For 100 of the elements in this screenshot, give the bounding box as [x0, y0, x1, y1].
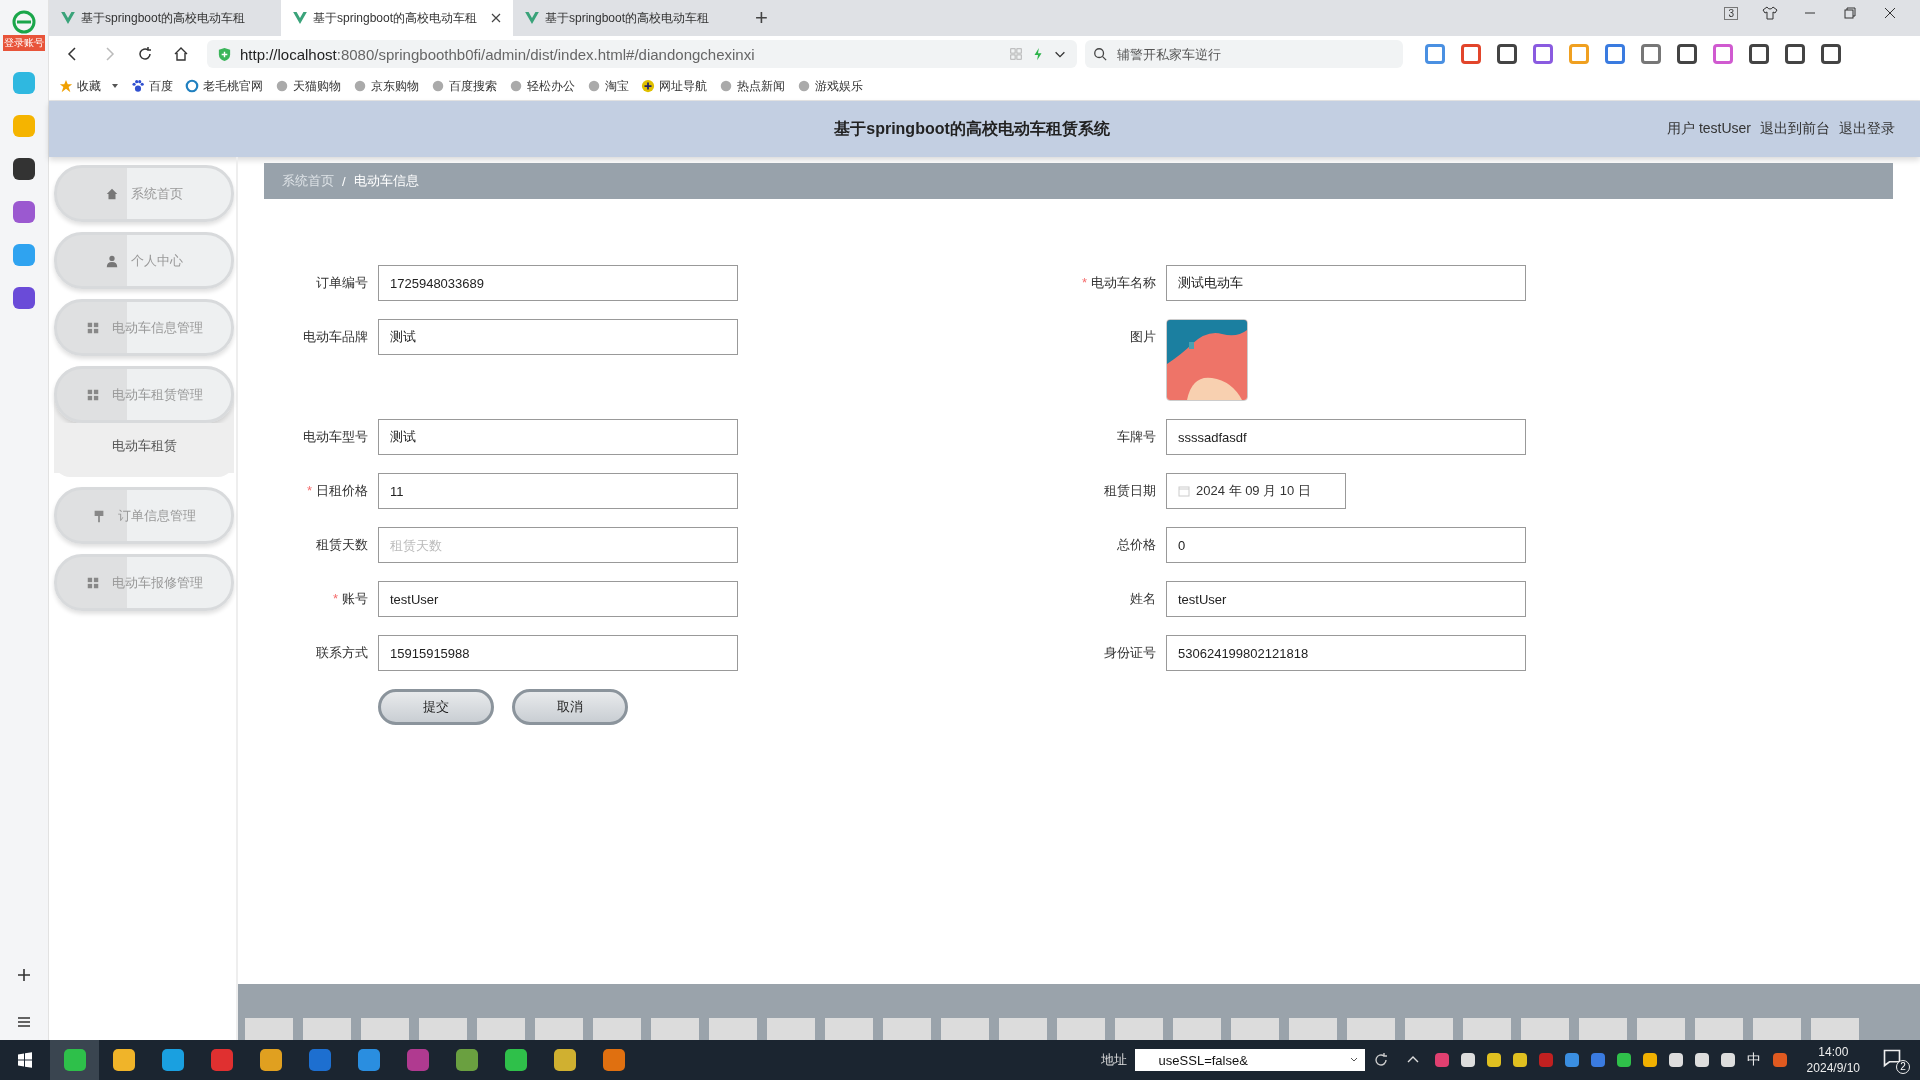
field-label: 订单编号 — [316, 275, 368, 290]
browser-logo-icon[interactable] — [12, 10, 36, 34]
site-logo-icon — [61, 12, 75, 24]
bookmark-item[interactable]: 热点新闻 — [719, 77, 785, 95]
shirt-icon[interactable] — [1762, 5, 1778, 21]
input-field[interactable]: 11 — [378, 473, 738, 509]
input-field[interactable]: 1725948033689 — [378, 265, 738, 301]
field-label: 租赁日期 — [1104, 483, 1156, 498]
url-text[interactable]: http://localhost:8080/springboothb0fi/admin/dist/index.html#/diandongchexinxi — [240, 45, 755, 63]
bookmark-item[interactable]: 收藏 — [59, 77, 119, 95]
ring-icon — [185, 79, 199, 93]
globe-icon — [719, 79, 733, 93]
field-label: 租赁天数 — [316, 537, 368, 552]
input-method-indicator[interactable]: 中 — [1746, 1051, 1761, 1069]
tray-icon[interactable] — [1694, 1053, 1709, 1067]
field-label: 联系方式 — [316, 645, 368, 660]
date-value: 2024 年 09 月 10 日 — [1196, 482, 1311, 500]
form-button[interactable]: 提交 — [378, 689, 494, 725]
date-field[interactable]: 2024 年 09 月 10 日 — [1166, 473, 1346, 509]
tray-icon[interactable] — [1720, 1053, 1735, 1067]
field-label: 车牌号 — [1117, 429, 1156, 444]
reload-icon[interactable] — [137, 46, 153, 62]
pin-icon — [92, 508, 106, 523]
bookmark-item[interactable]: 淘宝 — [587, 77, 629, 95]
clock[interactable]: 14:00 2024/9/10 — [1806, 1044, 1860, 1076]
globe-icon — [353, 79, 367, 93]
bookmark-item[interactable]: 百度 — [131, 77, 173, 95]
refresh-icon[interactable] — [1372, 1052, 1389, 1068]
required-mark: * — [1081, 275, 1087, 290]
tab-count[interactable]: 3 — [1724, 6, 1738, 20]
input-field[interactable]: testUser — [378, 581, 738, 617]
header-link[interactable]: 退出到前台 — [1760, 120, 1830, 138]
address-input[interactable]: useSSL=false& — [1134, 1049, 1365, 1071]
required-mark: * — [332, 591, 338, 606]
field-label: 日租价格 — [316, 483, 368, 498]
bookmark-item[interactable]: 老毛桃官网 — [185, 77, 263, 95]
field-label: 姓名 — [1130, 591, 1156, 606]
input-field[interactable]: testUser — [1166, 581, 1526, 617]
account-badge[interactable]: 登录账号 — [3, 35, 45, 51]
tray-icon[interactable] — [1486, 1053, 1501, 1067]
bookmark-item[interactable]: 京东购物 — [353, 77, 419, 95]
plus-icon — [641, 79, 655, 93]
field-label: 身份证号 — [1104, 645, 1156, 660]
tray-icon[interactable] — [1460, 1053, 1475, 1067]
caret-icon — [111, 82, 119, 90]
globe-icon — [275, 79, 289, 93]
input-field[interactable]: 0 — [1166, 527, 1526, 563]
search-input[interactable]: 辅警开私家车逆行 — [1115, 45, 1379, 63]
form-button[interactable]: 取消 — [512, 689, 628, 725]
list-icon[interactable] — [16, 1014, 32, 1030]
home-icon[interactable] — [173, 46, 189, 62]
site-logo-icon — [525, 12, 539, 24]
browser-tab[interactable]: 基于springboot的高校电动车租 — [281, 0, 513, 36]
input-field[interactable]: 15915915988 — [378, 635, 738, 671]
bookmark-item[interactable]: 轻松办公 — [509, 77, 575, 95]
windows-start-icon[interactable] — [17, 1052, 33, 1068]
field-label: 总价格 — [1117, 537, 1156, 552]
search-field[interactable]: 辅警开私家车逆行 — [1085, 40, 1403, 68]
input-field[interactable]: ssssadfasdf — [1166, 419, 1526, 455]
field-label: 账号 — [342, 591, 368, 606]
tray-icon[interactable] — [1616, 1053, 1631, 1067]
input-field[interactable]: 租赁天数 — [378, 527, 738, 563]
bookmark-item[interactable]: 网址导航 — [641, 77, 707, 95]
tray-icon[interactable] — [1668, 1053, 1683, 1067]
home-icon — [105, 186, 119, 201]
globe-icon — [431, 79, 445, 93]
required-mark: * — [306, 483, 312, 498]
globe-icon — [797, 79, 811, 93]
bookmark-item[interactable]: 天猫购物 — [275, 77, 341, 95]
input-field[interactable]: 530624199802121818 — [1166, 635, 1526, 671]
input-field[interactable]: 测试 — [378, 319, 738, 355]
tray-icon[interactable] — [1512, 1053, 1527, 1067]
header-link[interactable]: 退出登录 — [1839, 120, 1895, 138]
tray-icon[interactable] — [1642, 1053, 1657, 1067]
calendar-icon — [1178, 485, 1190, 497]
user-label: 用户 testUser — [1667, 120, 1751, 138]
address-label: 地址 — [1100, 1051, 1127, 1069]
restore-icon[interactable] — [1842, 5, 1858, 21]
add-icon[interactable] — [16, 967, 32, 983]
field-label: 电动车名称 — [1091, 275, 1156, 290]
site-logo-icon — [293, 12, 307, 24]
globe-icon — [509, 79, 523, 93]
bookmark-item[interactable]: 游戏娱乐 — [797, 77, 863, 95]
input-field[interactable]: 测试电动车 — [1166, 265, 1526, 301]
breadcrumb-separator: / — [342, 173, 346, 189]
chat-icon — [1882, 1048, 1902, 1068]
app-title: 基于springboot的高校电动车租赁系统 — [834, 118, 1110, 139]
taskbar-app-icon[interactable] — [50, 1040, 99, 1080]
browser-tab[interactable]: 基于springboot的高校电动车租 — [49, 0, 281, 36]
close-icon[interactable] — [1882, 5, 1898, 21]
field-label: 电动车品牌 — [303, 329, 368, 344]
address-bar[interactable]: http://localhost:8080/springboothb0fi/admin/dist/index.html#/diandongchexinxi — [207, 40, 1077, 68]
input-field[interactable]: 测试 — [378, 419, 738, 455]
user-icon — [105, 253, 119, 268]
bookmark-item[interactable]: 百度搜索 — [431, 77, 497, 95]
close-icon[interactable] — [491, 13, 501, 23]
browser-tab[interactable]: 基于springboot的高校电动车租 — [513, 0, 745, 36]
new-tab-button[interactable]: + — [745, 0, 778, 36]
globe-icon — [587, 79, 601, 93]
field-label: 图片 — [1130, 329, 1156, 344]
